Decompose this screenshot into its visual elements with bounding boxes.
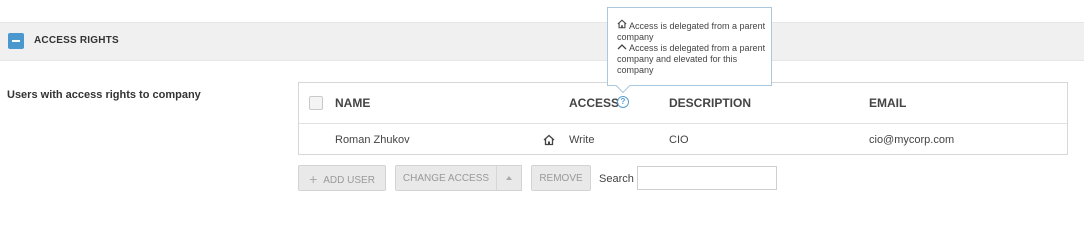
access-help-tooltip: Access is delegated from a parent compan… xyxy=(607,7,772,86)
access-rights-section-header[interactable]: ACCESS RIGHTS xyxy=(0,22,1084,61)
row-access: Write xyxy=(569,134,595,146)
table-header: NAME ACCESS ? DESCRIPTION EMAIL xyxy=(299,83,1067,124)
plus-icon: + xyxy=(309,171,318,187)
row-name: Roman Zhukov xyxy=(335,134,410,146)
search-input[interactable] xyxy=(637,166,777,190)
change-access-button[interactable]: CHANGE ACCESS xyxy=(395,165,497,191)
add-user-button[interactable]: + ADD USER xyxy=(298,165,386,191)
change-access-dropdown-icon[interactable] xyxy=(496,165,522,191)
tooltip-delegated: Access is delegated from a parent compan… xyxy=(617,19,767,43)
tooltip-elevated-text: Access is delegated from a parent compan… xyxy=(617,43,766,75)
column-header-access[interactable]: ACCESS xyxy=(569,96,619,110)
column-header-email[interactable]: EMAIL xyxy=(869,96,906,110)
chevron-up-icon xyxy=(617,43,629,54)
select-all-checkbox[interactable] xyxy=(309,96,323,110)
access-rights-table: NAME ACCESS ? DESCRIPTION EMAIL Roman Zh… xyxy=(298,82,1068,155)
remove-button[interactable]: REMOVE xyxy=(531,165,591,191)
add-user-label: ADD USER xyxy=(323,175,375,186)
collapse-toggle-icon[interactable] xyxy=(8,33,24,49)
column-header-name[interactable]: NAME xyxy=(335,96,370,110)
tooltip-delegated-text: Access is delegated from a parent compan… xyxy=(617,21,766,42)
tooltip-elevated: Access is delegated from a parent compan… xyxy=(617,43,767,76)
house-icon xyxy=(543,133,555,151)
row-description: CIO xyxy=(669,134,689,146)
help-icon[interactable]: ? xyxy=(617,96,629,108)
users-with-access-label: Users with access rights to company xyxy=(7,89,201,101)
row-email: cio@mycorp.com xyxy=(869,134,955,146)
section-title: ACCESS RIGHTS xyxy=(34,35,119,46)
house-icon xyxy=(617,19,629,32)
column-header-description[interactable]: DESCRIPTION xyxy=(669,96,751,110)
search-label: Search xyxy=(599,173,634,185)
